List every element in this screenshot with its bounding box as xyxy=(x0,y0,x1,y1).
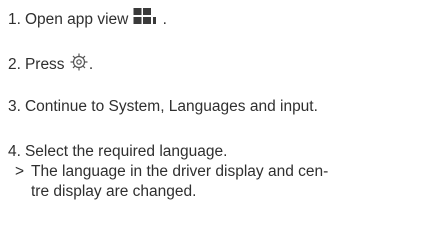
step-number: 1. xyxy=(8,11,21,28)
step-open-app-view: 1. Open app view . xyxy=(8,7,167,32)
step-suffix: . xyxy=(162,11,167,28)
app-view-grid-icon xyxy=(133,7,163,32)
step-number: 4. xyxy=(8,143,21,160)
step-text: Open app view xyxy=(24,11,129,28)
step-select-language: 4. Select the required language. xyxy=(8,142,227,161)
step-suffix: . xyxy=(88,56,94,73)
step-text: Press xyxy=(24,56,65,73)
result-line-1: The language in the driver display and c… xyxy=(31,163,329,180)
step-result: > The language in the driver display and… xyxy=(15,162,435,202)
step-continue-system: 3. Continue to System, Languages and inpu… xyxy=(8,97,318,116)
result-text: The language in the driver display and c… xyxy=(31,162,328,202)
settings-gear-icon xyxy=(69,52,89,77)
step-number: 3. xyxy=(8,98,21,115)
step-press-settings: 2. Press . xyxy=(8,52,93,77)
step-text: Select the required language. xyxy=(24,143,228,160)
result-marker: > xyxy=(15,163,25,180)
step-number: 2. xyxy=(8,56,21,73)
result-line-2: tre display are changed. xyxy=(31,183,197,200)
step-text: Continue to System, Languages and input. xyxy=(24,98,318,115)
